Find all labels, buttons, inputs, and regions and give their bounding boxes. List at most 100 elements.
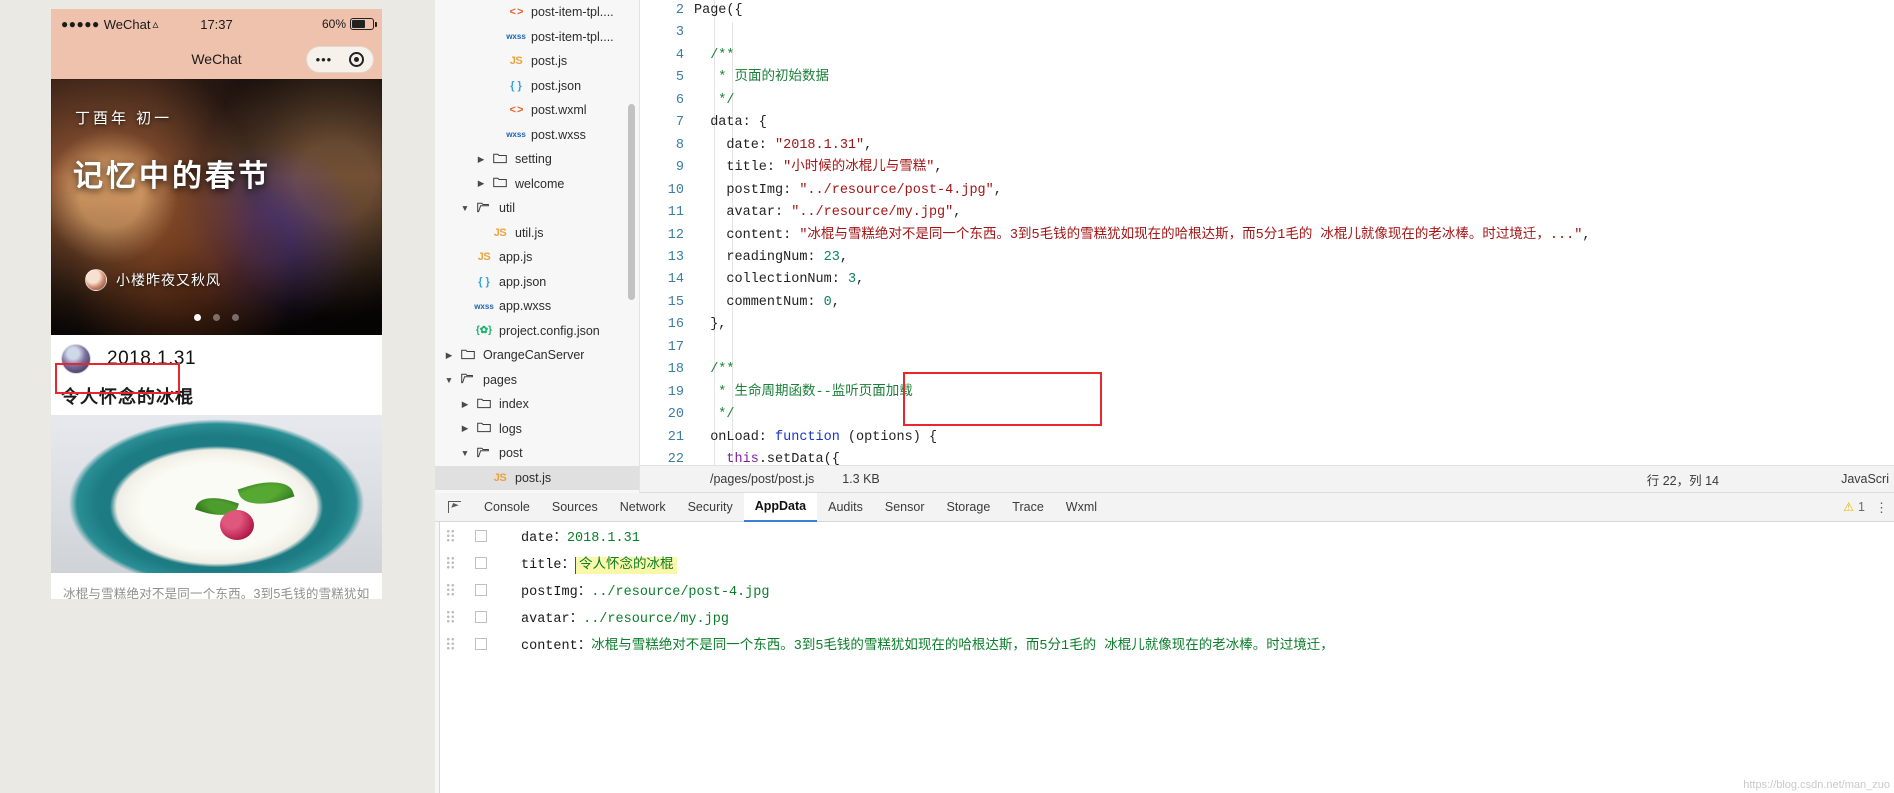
appdata-row[interactable]: title： 令人怀念的冰棍 <box>435 549 1894 576</box>
file-tree-scrollbar[interactable] <box>628 0 637 493</box>
file-tree-row[interactable]: ▶< >post.wxml <box>435 98 639 123</box>
appdata-value[interactable]: ../resource/post-4.jpg <box>591 585 769 600</box>
appdata-rows[interactable]: date：2018.1.31 title： 令人怀念的冰棍 postImg：../re… <box>435 522 1894 657</box>
file-tree-row[interactable]: ▶< >post-item-tpl.... <box>435 0 639 25</box>
chevron-right-icon[interactable]: ▶ <box>443 350 455 361</box>
chevron-right-icon[interactable]: ▶ <box>475 178 487 189</box>
code-line[interactable]: Page({ <box>694 0 1894 22</box>
file-tree-label: post-item-tpl.... <box>531 29 614 44</box>
more-icon[interactable]: ••• <box>316 53 333 66</box>
drag-handle-icon[interactable] <box>435 529 465 542</box>
code-line[interactable]: title: "小时候的冰棍儿与雪糕", <box>694 157 1894 179</box>
file-tree-row[interactable]: ▶{ }post.json <box>435 74 639 99</box>
file-tree-row[interactable]: ▶ index <box>435 392 639 417</box>
file-tree-row[interactable]: ▶wxsspost.wxss <box>435 123 639 148</box>
capsule-menu[interactable]: ••• <box>306 46 374 73</box>
devtools-tab-sensor[interactable]: Sensor <box>874 493 936 522</box>
devtools-tab-appdata[interactable]: AppData <box>743 492 818 522</box>
code-line[interactable]: collectionNum: 3, <box>694 269 1894 291</box>
inspect-element-icon[interactable] <box>435 501 473 513</box>
code-line[interactable]: data: { <box>694 112 1894 134</box>
code-line[interactable]: */ <box>694 404 1894 426</box>
drag-handle-icon[interactable] <box>435 610 465 623</box>
drag-handle-icon[interactable] <box>435 583 465 596</box>
swiper-dot-1[interactable] <box>194 314 201 321</box>
devtools-tab-wxml[interactable]: Wxml <box>1055 493 1108 522</box>
row-checkbox[interactable] <box>465 583 497 596</box>
file-tree-row[interactable]: ▶wxssapp.wxss <box>435 294 639 319</box>
code-line[interactable]: avatar: "../resource/my.jpg", <box>694 202 1894 224</box>
file-tree-row[interactable]: ▶ setting <box>435 147 639 172</box>
chevron-down-icon[interactable]: ▼ <box>443 375 455 385</box>
devtools-tab-security[interactable]: Security <box>677 493 744 522</box>
appdata-value[interactable]: 令人怀念的冰棍 <box>575 557 677 574</box>
file-tree-row[interactable]: ▼ util <box>435 196 639 221</box>
row-checkbox[interactable] <box>465 610 497 623</box>
devtools-tab-bar[interactable]: Console Sources Network Security AppData Audi… <box>435 492 1894 522</box>
row-checkbox[interactable] <box>465 637 497 650</box>
drag-handle-icon[interactable] <box>435 556 465 569</box>
devtools-tab-network[interactable]: Network <box>609 493 677 522</box>
file-tree-row[interactable]: ▼ pages <box>435 368 639 393</box>
code-editor[interactable]: 2345678910111213141516171819202122232425… <box>640 0 1894 465</box>
file-tree-row[interactable]: ▶ welcome <box>435 172 639 197</box>
code-line[interactable]: */ <box>694 90 1894 112</box>
code-line[interactable]: * 生命周期函数--监听页面加载 <box>694 382 1894 404</box>
appdata-value[interactable]: 2018.1.31 <box>567 531 640 546</box>
file-tree-row[interactable]: ▶{✿}project.config.json <box>435 319 639 344</box>
appdata-row[interactable]: content：冰棍与雪糕绝对不是同一个东西。3到5毛钱的雪糕犹如现在的哈根达斯… <box>435 630 1894 657</box>
chevron-right-icon[interactable]: ▶ <box>459 399 471 410</box>
kebab-menu-icon[interactable]: ⋮ <box>1875 501 1888 514</box>
file-tree[interactable]: ▶ < > post-item-tpl.... ▶ wxss post-item-tpl.… <box>435 0 640 493</box>
target-icon[interactable] <box>349 52 365 67</box>
swiper-dot-2[interactable] <box>213 314 220 321</box>
swiper-dots[interactable] <box>51 314 382 321</box>
editor-code-lines[interactable]: Page({ /** * 页面的初始数据 */ data: { date: "2… <box>694 0 1894 465</box>
devtools-tab-console[interactable]: Console <box>473 493 541 522</box>
file-tree-row[interactable]: ▶JSutil.js <box>435 221 639 246</box>
hero-swiper[interactable]: 丁酉年 初一 记忆中的春节 小楼昨夜又秋风 <box>51 79 382 335</box>
status-language[interactable]: JavaScri <box>1841 472 1889 486</box>
file-tree-row[interactable]: ▶JSapp.js <box>435 245 639 270</box>
file-tree-row[interactable]: ▶{ }app.json <box>435 270 639 295</box>
code-line[interactable]: commentNum: 0, <box>694 292 1894 314</box>
code-line[interactable]: postImg: "../resource/post-4.jpg", <box>694 180 1894 202</box>
code-line[interactable]: }, <box>694 314 1894 336</box>
code-line[interactable] <box>694 22 1894 44</box>
code-line[interactable]: * 页面的初始数据 <box>694 67 1894 89</box>
warning-badge[interactable]: ⚠ 1 <box>1843 500 1865 514</box>
devtools-tab-audits[interactable]: Audits <box>817 493 874 522</box>
chevron-right-icon[interactable]: ▶ <box>459 423 471 434</box>
appdata-row[interactable]: postImg：../resource/post-4.jpg <box>435 576 1894 603</box>
appdata-row[interactable]: avatar：../resource/my.jpg <box>435 603 1894 630</box>
code-line[interactable]: readingNum: 23, <box>694 247 1894 269</box>
chevron-right-icon[interactable]: ▶ <box>475 154 487 165</box>
file-tree-row[interactable]: ▶JSpost.js <box>435 49 639 74</box>
appdata-value[interactable]: 冰棍与雪糕绝对不是同一个东西。3到5毛钱的雪糕犹如现在的哈根达斯，而5分1毛的 … <box>591 639 1334 654</box>
code-line[interactable]: date: "2018.1.31", <box>694 135 1894 157</box>
file-tree-row[interactable]: ▶JSpost.js <box>435 465 639 490</box>
appdata-value[interactable]: ../resource/my.jpg <box>583 612 729 627</box>
code-line[interactable]: /** <box>694 359 1894 381</box>
devtools-tab-sources[interactable]: Sources <box>541 493 609 522</box>
chevron-down-icon[interactable]: ▼ <box>459 448 471 458</box>
devtools-tab-storage[interactable]: Storage <box>936 493 1002 522</box>
code-line[interactable]: this.setData({ <box>694 449 1894 465</box>
code-line[interactable]: /** <box>694 45 1894 67</box>
file-tree-row[interactable]: ▶ logs <box>435 417 639 442</box>
swiper-dot-3[interactable] <box>232 314 239 321</box>
file-tree-scroll-thumb[interactable] <box>628 104 635 300</box>
code-line[interactable]: onLoad: function (options) { <box>694 427 1894 449</box>
row-checkbox[interactable] <box>465 556 497 569</box>
code-line[interactable] <box>694 337 1894 359</box>
drag-handle-icon[interactable] <box>435 637 465 650</box>
row-checkbox[interactable] <box>465 529 497 542</box>
file-tree-row[interactable]: ▼ post <box>435 441 639 466</box>
file-tree-label: setting <box>515 152 552 167</box>
file-tree-row[interactable]: ▶ OrangeCanServer <box>435 343 639 368</box>
file-tree-row[interactable]: ▶wxsspost-item-tpl.... <box>435 25 639 50</box>
chevron-down-icon[interactable]: ▼ <box>459 203 471 213</box>
devtools-tab-trace[interactable]: Trace <box>1001 493 1055 522</box>
code-line[interactable]: content: "冰棍与雪糕绝对不是同一个东西。3到5毛钱的雪糕犹如现在的哈根… <box>694 225 1894 247</box>
appdata-row[interactable]: date：2018.1.31 <box>435 522 1894 549</box>
